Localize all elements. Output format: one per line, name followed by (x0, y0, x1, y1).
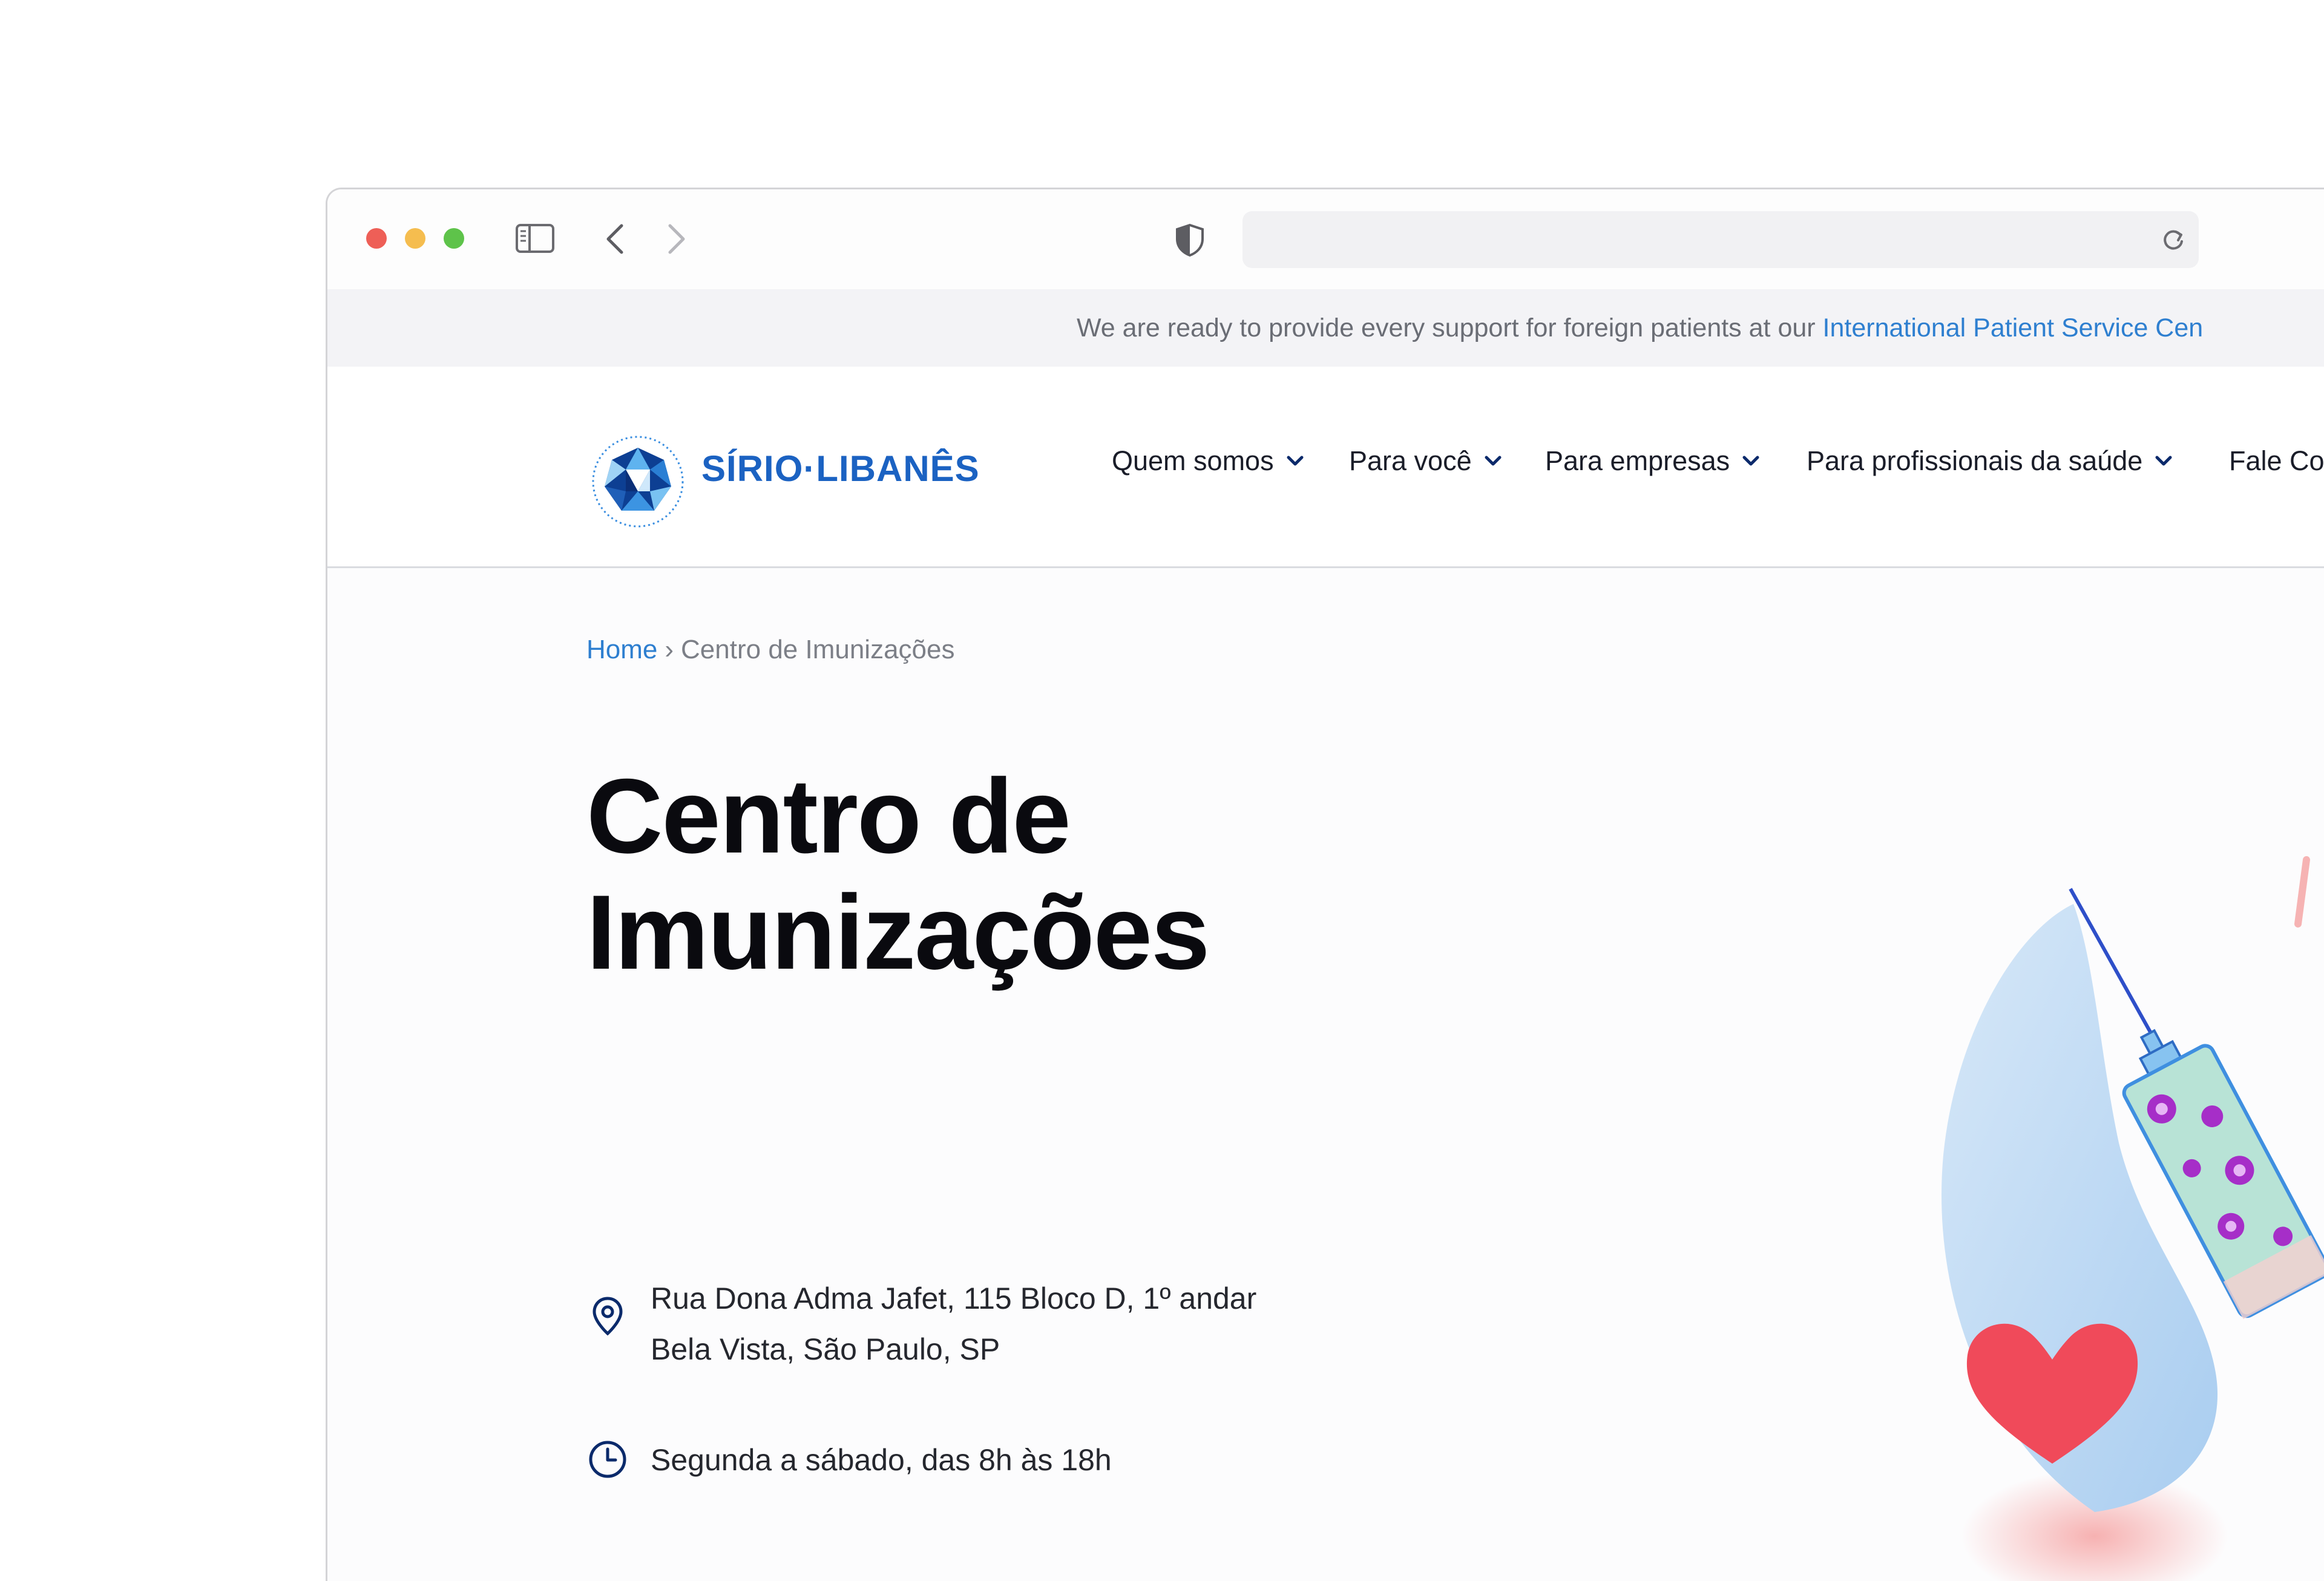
breadcrumb: Home › Centro de Imunizações (586, 635, 955, 665)
brand-name: SÍRIO·LIBANÊS (701, 448, 980, 489)
chevron-down-icon (1287, 456, 1304, 466)
clock-icon (589, 1441, 626, 1478)
sidebar-icon[interactable] (515, 223, 555, 254)
close-window-button[interactable] (366, 228, 387, 249)
breadcrumb-current: Centro de Imunizações (681, 635, 955, 664)
page-title-line2: Imunizações (586, 874, 1210, 992)
address-line2: Bela Vista, São Paulo, SP (651, 1332, 1000, 1366)
chevron-down-icon (2155, 456, 2172, 466)
nav-para-profissionais[interactable]: Para profissionais da saúde (1807, 445, 2173, 477)
shield-icon[interactable] (1175, 223, 1205, 257)
nav-label: Fale Co (2229, 445, 2324, 476)
main-content: Home › Centro de Imunizações Centro de Imu… (327, 568, 2324, 1581)
browser-toolbar (327, 189, 2324, 289)
nav-fale-conosco[interactable]: Fale Co (2229, 445, 2324, 477)
address-line1: Rua Dona Adma Jafet, 115 Bloco D, 1º and… (651, 1281, 1257, 1315)
vaccine-illustration (1942, 856, 2324, 1581)
announcement-bar: We are ready to provide every support fo… (327, 289, 2324, 367)
nav-label: Para profissionais da saúde (1807, 445, 2143, 476)
browser-window: We are ready to provide every support fo… (326, 188, 2324, 1581)
nav-label: Quem somos (1112, 445, 1274, 476)
logo-emblem-icon (592, 436, 684, 528)
international-patient-link[interactable]: International Patient Service Cen (1823, 313, 2204, 342)
announcement-text: We are ready to provide every support fo… (1077, 313, 1823, 342)
address-bar[interactable] (1242, 211, 2199, 268)
nav-para-voce[interactable]: Para você (1349, 445, 1502, 477)
minimize-window-button[interactable] (405, 228, 425, 249)
address-info: Rua Dona Adma Jafet, 115 Bloco D, 1º and… (586, 1273, 1256, 1375)
brand-logo[interactable]: SÍRIO·LIBANÊS (586, 433, 979, 530)
map-pin-icon (592, 1297, 623, 1336)
chevron-down-icon (1742, 456, 1759, 466)
maximize-window-button[interactable] (444, 228, 464, 249)
nav-para-empresas[interactable]: Para empresas (1545, 445, 1760, 477)
forward-arrow-icon[interactable] (666, 223, 687, 255)
chevron-down-icon (1485, 456, 1502, 466)
breadcrumb-home-link[interactable]: Home (586, 635, 657, 664)
back-arrow-icon[interactable] (605, 223, 625, 255)
breadcrumb-separator: › (665, 635, 674, 664)
nav-quem-somos[interactable]: Quem somos (1112, 445, 1304, 477)
nav-label: Para você (1349, 445, 1472, 476)
site-header: SÍRIO·LIBANÊS Quem somos Para você Para … (327, 367, 2324, 568)
nav-label: Para empresas (1545, 445, 1730, 476)
hours-info: Segunda a sábado, das 8h às 18h (586, 1435, 1112, 1485)
hours-text: Segunda a sábado, das 8h às 18h (651, 1443, 1112, 1477)
page-title: Centro de Imunizações (586, 758, 1210, 992)
page-title-line1: Centro de (586, 758, 1071, 876)
reload-icon[interactable] (2160, 227, 2187, 254)
